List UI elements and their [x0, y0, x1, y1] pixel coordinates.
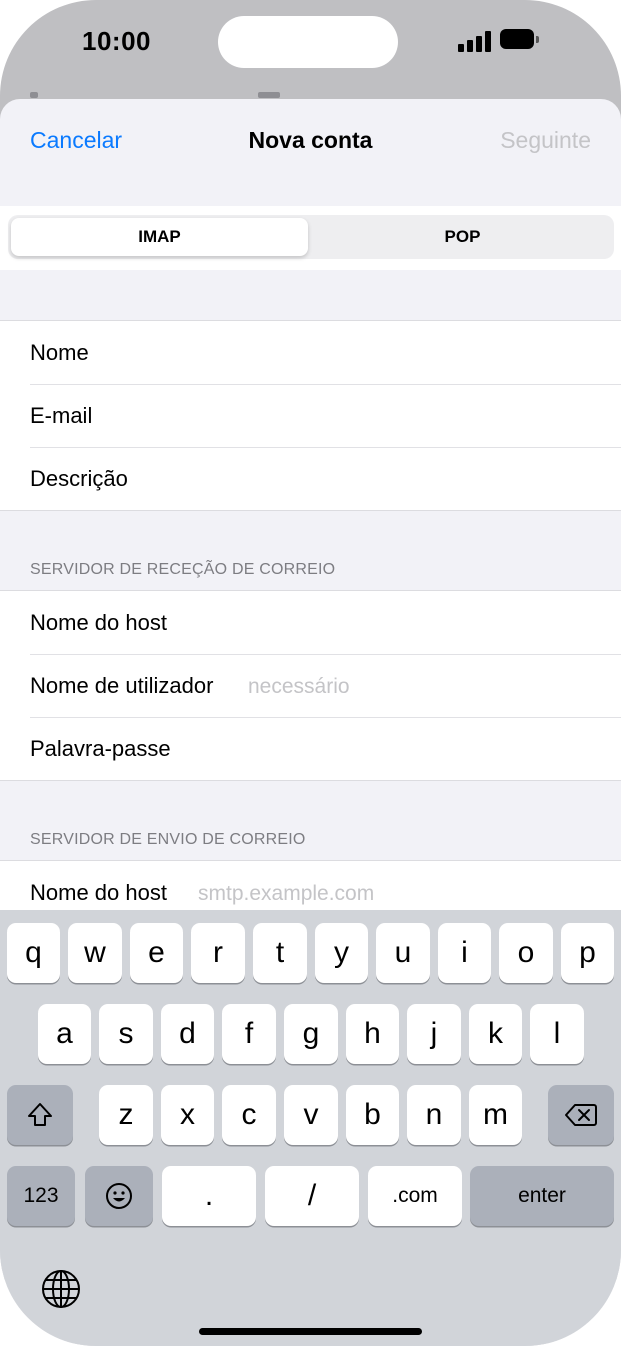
- protocol-section: IMAP POP: [0, 206, 621, 270]
- imap-segment[interactable]: IMAP: [11, 218, 308, 256]
- next-button[interactable]: Seguinte: [500, 127, 591, 154]
- outgoing-host-label: Nome do host: [30, 880, 167, 905]
- protocol-segmented-control: IMAP POP: [8, 215, 614, 259]
- key-m[interactable]: m: [469, 1085, 522, 1145]
- key-l[interactable]: l: [530, 1004, 584, 1064]
- home-indicator: [199, 1328, 422, 1335]
- shift-key[interactable]: [7, 1085, 73, 1145]
- keyboard: q w e r t y u i o p a s d f g h j k l z …: [0, 910, 621, 1346]
- key-u[interactable]: u: [376, 923, 430, 983]
- key-y[interactable]: y: [315, 923, 368, 983]
- outgoing-server-header: SERVIDOR DE ENVIO DE CORREIO: [30, 831, 306, 848]
- dynamic-island: [218, 16, 398, 68]
- key-x[interactable]: x: [161, 1085, 214, 1145]
- description-row[interactable]: Descrição: [0, 447, 621, 510]
- key-d[interactable]: d: [161, 1004, 214, 1064]
- password-label: Palavra-passe: [30, 736, 171, 761]
- key-j[interactable]: j: [407, 1004, 461, 1064]
- dot-key[interactable]: .: [162, 1166, 256, 1226]
- numbers-key[interactable]: 123: [7, 1166, 75, 1226]
- username-row[interactable]: Nome de utilizador necessário: [0, 654, 621, 717]
- key-e[interactable]: e: [130, 923, 183, 983]
- key-w[interactable]: w: [68, 923, 122, 983]
- key-c[interactable]: c: [222, 1085, 276, 1145]
- incoming-host-label: Nome do host: [30, 610, 167, 635]
- username-field[interactable]: necessário: [248, 675, 350, 699]
- signal-icon: [458, 30, 492, 52]
- key-z[interactable]: z: [99, 1085, 153, 1145]
- pop-segment[interactable]: POP: [314, 218, 611, 256]
- slash-key[interactable]: /: [265, 1166, 359, 1226]
- key-h[interactable]: h: [346, 1004, 399, 1064]
- password-row[interactable]: Palavra-passe: [0, 717, 621, 780]
- key-t[interactable]: t: [253, 923, 307, 983]
- shift-icon: [28, 1103, 52, 1126]
- outgoing-host-field[interactable]: smtp.example.com: [198, 882, 374, 906]
- cancel-button[interactable]: Cancelar: [30, 127, 122, 154]
- key-b[interactable]: b: [346, 1085, 399, 1145]
- email-label: E-mail: [30, 403, 93, 428]
- key-k[interactable]: k: [469, 1004, 522, 1064]
- account-info-group: Nome E-mail Descrição: [0, 320, 621, 511]
- status-bar: 10:00: [0, 0, 621, 100]
- globe-button[interactable]: [40, 1268, 82, 1310]
- navigation-bar: Nova conta Cancelar Seguinte: [0, 99, 621, 181]
- key-v[interactable]: v: [284, 1085, 338, 1145]
- incoming-server-group: Nome do host Nome de utilizador necessár…: [0, 590, 621, 781]
- background-sheet-edge: [258, 92, 280, 98]
- dotcom-key[interactable]: .com: [368, 1166, 462, 1226]
- background-sheet-edge: [30, 92, 38, 98]
- key-s[interactable]: s: [99, 1004, 153, 1064]
- key-i[interactable]: i: [438, 923, 491, 983]
- email-row[interactable]: E-mail: [0, 384, 621, 447]
- emoji-icon: [106, 1183, 132, 1209]
- globe-icon: [42, 1270, 80, 1308]
- key-p[interactable]: p: [561, 923, 614, 983]
- key-o[interactable]: o: [499, 923, 553, 983]
- username-label: Nome de utilizador: [30, 673, 214, 698]
- status-time: 10:00: [82, 26, 151, 56]
- incoming-server-header: SERVIDOR DE RECEÇÃO DE CORREIO: [30, 561, 336, 578]
- backspace-key[interactable]: [548, 1085, 614, 1145]
- key-a[interactable]: a: [38, 1004, 91, 1064]
- battery-icon: [500, 29, 539, 49]
- key-f[interactable]: f: [222, 1004, 276, 1064]
- name-row[interactable]: Nome: [0, 321, 621, 384]
- incoming-host-row[interactable]: Nome do host: [0, 591, 621, 654]
- key-q[interactable]: q: [7, 923, 60, 983]
- description-label: Descrição: [30, 466, 128, 491]
- key-n[interactable]: n: [407, 1085, 461, 1145]
- phone-screen: 10:00 Nova conta Cancelar Seguinte IMAP …: [0, 0, 621, 1346]
- name-label: Nome: [30, 340, 89, 365]
- emoji-key[interactable]: [85, 1166, 153, 1226]
- key-g[interactable]: g: [284, 1004, 338, 1064]
- key-r[interactable]: r: [191, 923, 245, 983]
- backspace-icon: [565, 1104, 597, 1126]
- enter-key[interactable]: enter: [470, 1166, 614, 1226]
